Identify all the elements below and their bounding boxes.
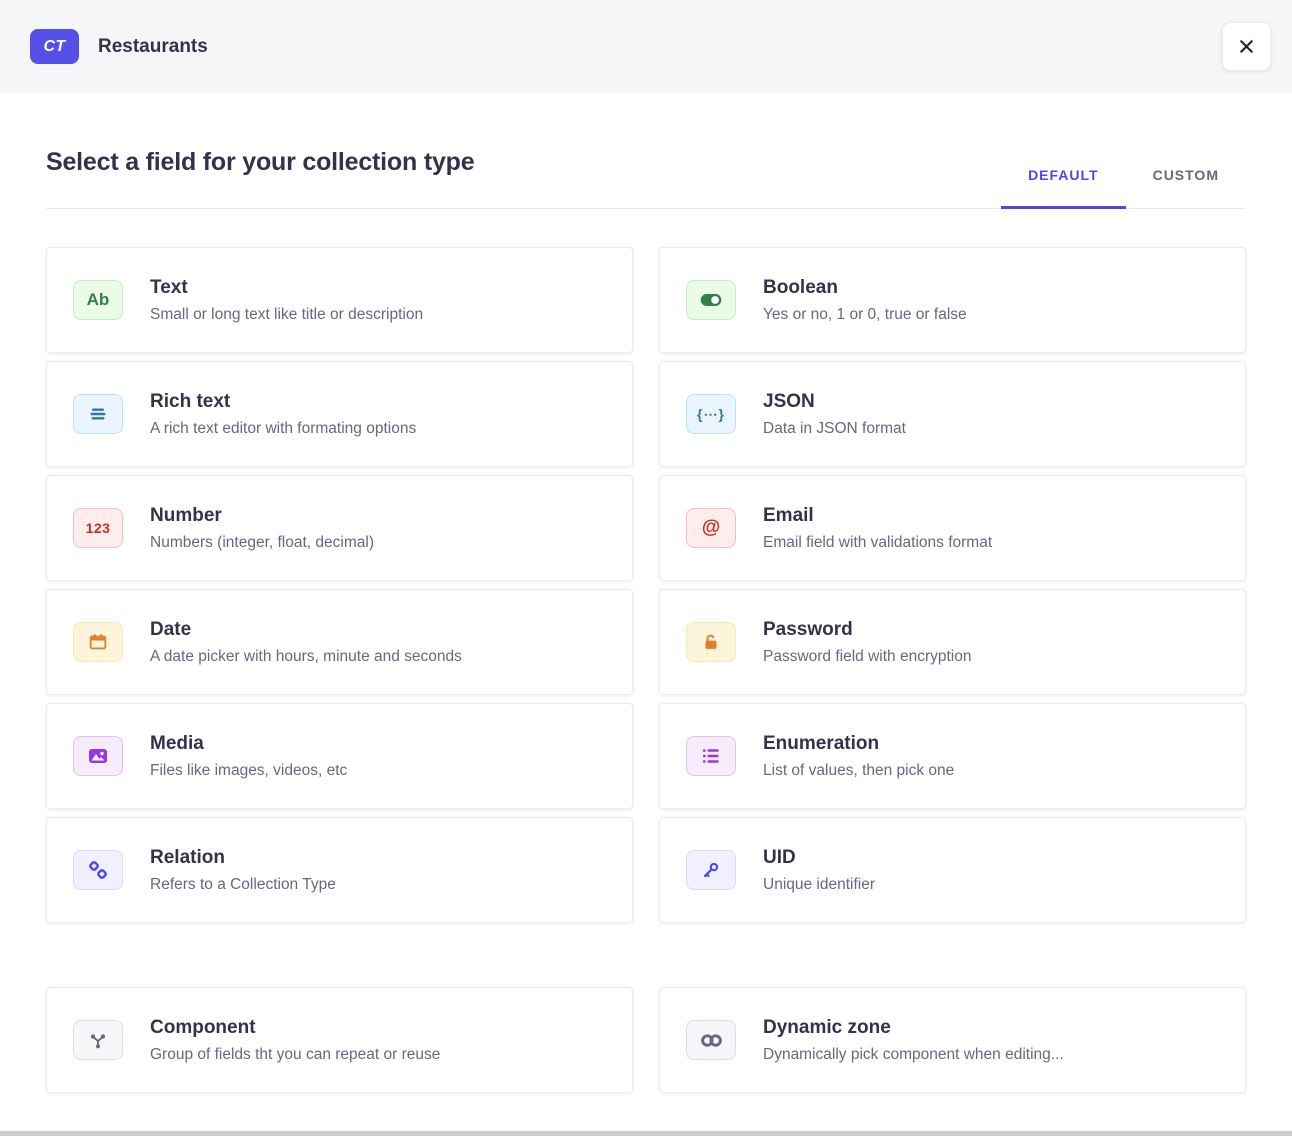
field-card-text[interactable]: Ab Text Small or long text like title or… [46, 247, 633, 353]
component-field-iconbox [73, 1020, 123, 1060]
field-description: Password field with encryption [763, 648, 972, 666]
bullet-list-icon [699, 744, 723, 768]
password-field-iconbox [686, 622, 736, 662]
relation-field-iconbox [73, 850, 123, 890]
email-field-iconbox: @ [686, 508, 736, 548]
field-card-boolean[interactable]: Boolean Yes or no, 1 or 0, true or false [659, 247, 1246, 353]
field-card-media[interactable]: Media Files like images, videos, etc [46, 703, 633, 809]
close-icon [1236, 36, 1257, 57]
chain-link-icon [86, 858, 110, 882]
infinity-icon [698, 1027, 725, 1054]
collection-type-badge: CT [30, 29, 79, 64]
field-card-date[interactable]: Date A date picker with hours, minute an… [46, 589, 633, 695]
field-title: JSON [763, 391, 906, 413]
number-field-iconbox: 123 [73, 508, 123, 548]
field-title: Number [150, 505, 374, 527]
text-field-iconbox: Ab [73, 280, 123, 320]
field-card-number[interactable]: 123 Number Numbers (integer, float, deci… [46, 475, 633, 581]
field-description: Email field with validations format [763, 534, 992, 552]
collection-title: Restaurants [98, 36, 208, 58]
dynamic-zone-field-iconbox [686, 1020, 736, 1060]
field-title: Component [150, 1017, 440, 1039]
field-card-component[interactable]: Component Group of fields tht you can re… [46, 987, 633, 1093]
field-card-relation[interactable]: Relation Refers to a Collection Type [46, 817, 633, 923]
field-card-email[interactable]: @ Email Email field with validations for… [659, 475, 1246, 581]
date-field-iconbox [73, 622, 123, 662]
close-button[interactable] [1222, 22, 1271, 71]
field-description: Unique identifier [763, 876, 875, 894]
field-card-rich-text[interactable]: Rich text A rich text editor with format… [46, 361, 633, 467]
advanced-field-grid: Component Group of fields tht you can re… [46, 987, 1246, 1093]
enumeration-field-iconbox [686, 736, 736, 776]
tab-custom[interactable]: CUSTOM [1126, 155, 1246, 208]
braces-glyph-icon: {⋯} [697, 406, 725, 423]
field-card-enumeration[interactable]: Enumeration List of values, then pick on… [659, 703, 1246, 809]
field-card-uid[interactable]: UID Unique identifier [659, 817, 1246, 923]
field-title: Relation [150, 847, 336, 869]
field-title: Password [763, 619, 972, 641]
rich-text-field-iconbox [73, 394, 123, 434]
footer-divider-bar [0, 1131, 1292, 1136]
field-title: Enumeration [763, 733, 954, 755]
field-title: Media [150, 733, 347, 755]
at-sign-icon: @ [702, 517, 721, 539]
field-title: Date [150, 619, 462, 641]
field-card-password[interactable]: Password Password field with encryption [659, 589, 1246, 695]
field-description: Small or long text like title or descrip… [150, 306, 423, 324]
field-description: List of values, then pick one [763, 762, 954, 780]
field-description: Yes or no, 1 or 0, true or false [763, 306, 967, 324]
calendar-icon [87, 631, 109, 653]
uid-field-iconbox [686, 850, 736, 890]
field-description: A date picker with hours, minute and sec… [150, 648, 462, 666]
field-description: Data in JSON format [763, 420, 906, 438]
field-title: Rich text [150, 391, 416, 413]
boolean-field-iconbox [686, 280, 736, 320]
field-grid: Ab Text Small or long text like title or… [46, 247, 1246, 923]
toggle-on-icon [698, 287, 724, 313]
field-description: Group of fields tht you can repeat or re… [150, 1046, 440, 1064]
key-icon [700, 859, 722, 881]
media-field-iconbox [73, 736, 123, 776]
field-card-json[interactable]: {⋯} JSON Data in JSON format [659, 361, 1246, 467]
field-title: Boolean [763, 277, 967, 299]
json-field-iconbox: {⋯} [686, 394, 736, 434]
picture-icon [86, 744, 110, 768]
text-lines-icon [86, 402, 110, 426]
field-description: Numbers (integer, float, decimal) [150, 534, 374, 552]
nodes-icon [86, 1028, 110, 1052]
tab-bar: DEFAULT CUSTOM [1001, 155, 1246, 208]
123-glyph-icon: 123 [86, 520, 111, 536]
field-title: Email [763, 505, 992, 527]
field-description: A rich text editor with formating option… [150, 420, 416, 438]
field-title: UID [763, 847, 875, 869]
field-title: Text [150, 277, 423, 299]
field-card-dynamic-zone[interactable]: Dynamic zone Dynamically pick component … [659, 987, 1246, 1093]
modal-body: Select a field for your collection type … [0, 148, 1292, 1093]
field-description: Refers to a Collection Type [150, 876, 336, 894]
ab-glyph-icon: Ab [87, 290, 110, 310]
tab-default[interactable]: DEFAULT [1001, 155, 1126, 208]
title-row: Select a field for your collection type … [46, 148, 1246, 209]
field-description: Dynamically pick component when editing.… [763, 1046, 1064, 1064]
padlock-icon [700, 631, 722, 653]
field-title: Dynamic zone [763, 1017, 1064, 1039]
page-title: Select a field for your collection type [46, 148, 474, 208]
modal-header: CT Restaurants [0, 0, 1292, 93]
field-description: Files like images, videos, etc [150, 762, 347, 780]
